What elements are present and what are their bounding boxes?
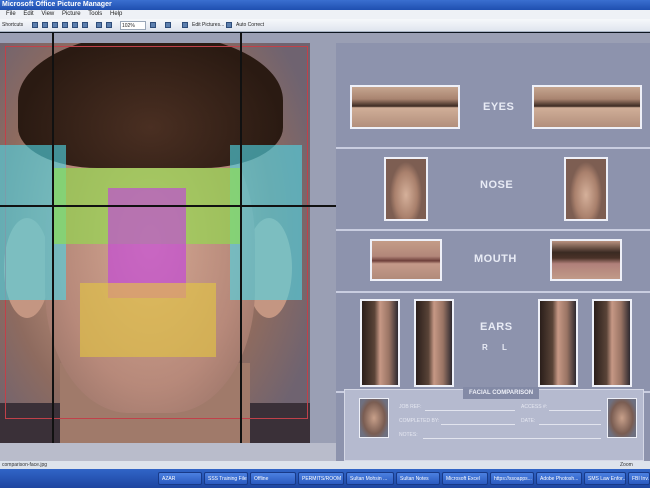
access-field[interactable] [549,410,601,411]
taskbar-item[interactable]: Sultan Mohsin ... [346,472,394,485]
status-bar: comparison-face.jpg Zoom [0,461,650,469]
ears-side-labels: R L [482,343,513,352]
eyes-photo-b [532,85,642,129]
toolbar: Shortcuts 102% Edit Pictures... Auto Cor… [0,19,650,32]
job-ref-field[interactable] [425,410,515,411]
face-photo [0,43,310,443]
zoom-in-icon[interactable] [150,22,156,28]
zoom-select[interactable]: 102% [120,21,146,30]
grid-line-horizontal [0,205,336,207]
edit-pictures-icon[interactable] [182,22,188,28]
email-icon[interactable] [52,22,58,28]
ear-photo-b-left [592,299,632,387]
open-icon[interactable] [42,22,48,28]
ear-photo-b-right [538,299,578,387]
job-ref-label: JOB REF: [399,404,422,410]
image-bottom-margin [0,443,336,461]
mouth-label: MOUTH [474,253,517,265]
taskbar-item[interactable]: Adobe Photosh... [536,472,582,485]
date-field[interactable] [539,424,601,425]
ear-photo-a-left [414,299,454,387]
ear-photo-a-right [360,299,400,387]
completed-by-field[interactable] [441,424,515,425]
mugshot-b [607,398,637,438]
taskbar-item[interactable]: SMS Law Enfor... [584,472,626,485]
notes-label: NOTES: [399,432,418,438]
menu-picture[interactable]: Picture [62,11,81,17]
menu-file[interactable]: File [6,11,16,17]
menu-help[interactable]: Help [110,11,122,17]
status-filename: comparison-face.jpg [2,462,48,468]
taskbar: AZAR SSS Training Files Offline PERMITS/… [0,469,650,488]
access-label: ACCESS #: [521,404,548,410]
nose-label: NOSE [480,179,514,191]
mouth-photo-b [550,239,622,281]
grid-line-vertical [52,33,54,453]
copy-icon[interactable] [72,22,78,28]
mouth-section: MOUTH [336,231,650,293]
grid-line-vertical [240,33,242,453]
mouth-photo-a [370,239,442,281]
status-zoom[interactable]: Zoom [620,461,633,469]
nose-section: NOSE [336,149,650,231]
ears-label: EARS [480,321,513,333]
taskbar-item[interactable]: Offline [250,472,296,485]
window-title: Microsoft Office Picture Manager [0,0,650,10]
taskbar-item[interactable]: PERMITS/ROOM [298,472,344,485]
menu-edit[interactable]: Edit [23,11,33,17]
menu-tools[interactable]: Tools [88,11,102,17]
rotate-right-icon[interactable] [106,22,112,28]
taskbar-item[interactable]: Microsoft Excel [442,472,488,485]
comparison-sheet: EYES NOSE MOUTH EARS R L FACIAL COMPARIS… [336,43,650,461]
completed-by-label: COMPLETED BY: [399,418,440,424]
auto-correct-icon[interactable] [226,22,232,28]
taskbar-item[interactable]: SSS Training Files [204,472,248,485]
nose-photo-a [384,157,428,221]
eyes-photo-a [350,85,460,129]
menu-bar: File Edit View Picture Tools Help [0,10,650,19]
eyes-label: EYES [483,101,515,113]
form-title: FACIAL COMPARISON [463,387,540,399]
eyes-section: EYES [336,71,650,149]
taskbar-item[interactable]: https://ssoapps... [490,472,534,485]
rotate-left-icon[interactable] [96,22,102,28]
auto-correct-button[interactable]: Auto Correct [236,21,264,30]
taskbar-item[interactable]: FBI Inv... [628,472,650,485]
facial-comparison-form: FACIAL COMPARISON JOB REF: ACCESS #: COM… [344,387,644,461]
cut-icon[interactable] [62,22,68,28]
mugshot-a [359,398,389,438]
mouth-zone [80,283,216,357]
save-icon[interactable] [32,22,38,28]
menu-view[interactable]: View [41,11,54,17]
taskbar-item[interactable]: AZAR [158,472,202,485]
taskbar-item[interactable]: Sultan Notes [396,472,440,485]
edit-pictures-button[interactable]: Edit Pictures... [192,21,224,30]
date-label: DATE: [521,418,536,424]
ears-section: EARS R L [336,293,650,393]
nose-photo-b [564,157,608,221]
notes-field[interactable] [423,438,601,439]
fit-icon[interactable] [165,22,171,28]
shortcuts-button[interactable]: Shortcuts [2,21,23,30]
picture-view[interactable]: EYES NOSE MOUTH EARS R L FACIAL COMPARIS… [0,33,650,461]
delete-icon[interactable] [82,22,88,28]
